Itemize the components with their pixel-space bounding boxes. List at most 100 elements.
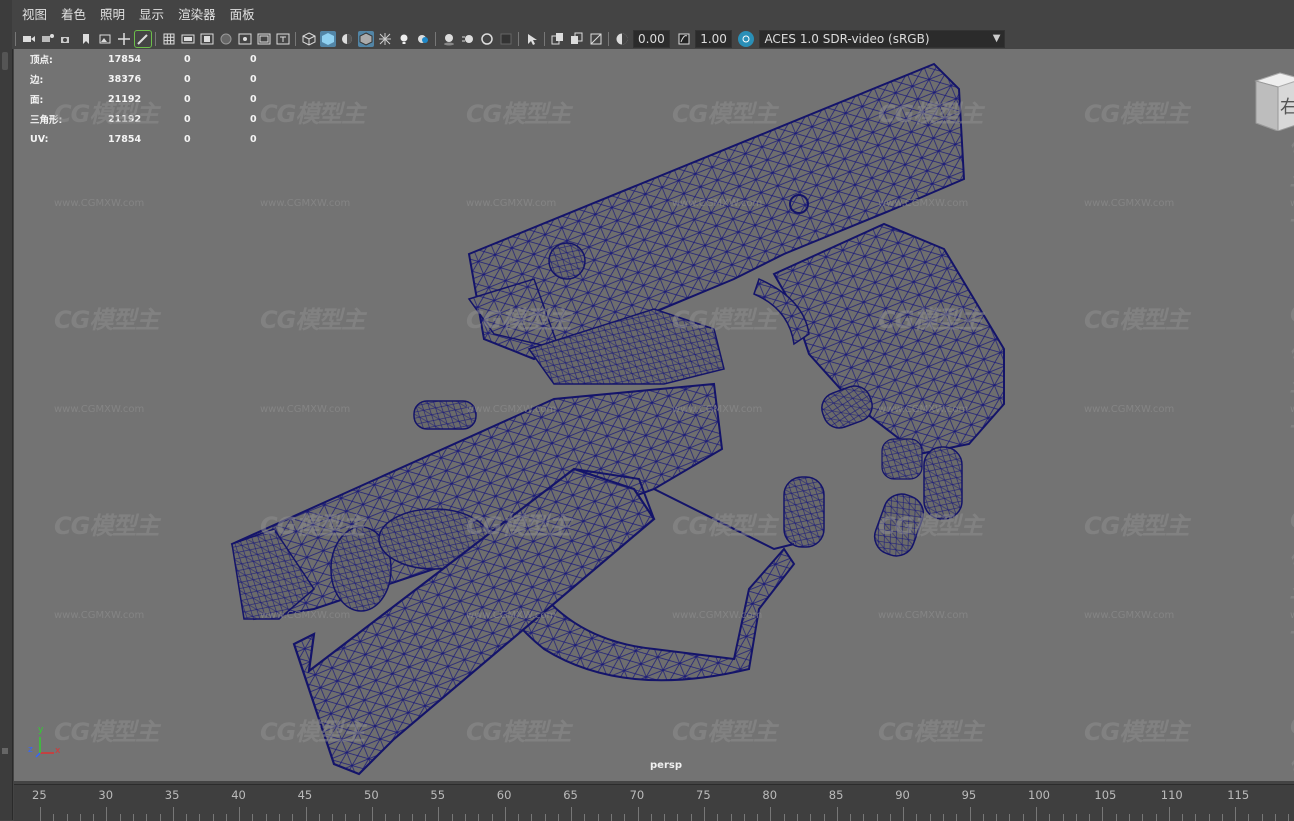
- hud-row-vertices: 顶点: 17854 0 0: [30, 49, 290, 69]
- safe-action-icon[interactable]: [256, 31, 272, 47]
- timeline-tick-label: 105: [1094, 788, 1117, 802]
- panel-grip-bottom[interactable]: [2, 748, 8, 754]
- timeline-tick: [172, 807, 174, 821]
- timeline-tick: [1036, 807, 1037, 821]
- 2d-pan-zoom-icon[interactable]: [116, 31, 132, 47]
- viewcube[interactable]: 右: [1250, 71, 1294, 132]
- select-camera-icon[interactable]: [21, 31, 37, 47]
- watermark-text: CG模型主: [54, 718, 159, 746]
- timeline-tick: [106, 807, 108, 821]
- motion-blur-icon[interactable]: [460, 31, 476, 47]
- watermark-url: www.CGMXW.com: [878, 198, 969, 209]
- resolution-gate-icon[interactable]: [199, 31, 215, 47]
- panel-grip[interactable]: [2, 52, 8, 70]
- camera-name-label: persp: [650, 760, 682, 771]
- watermark-text: CG模型主: [260, 100, 365, 128]
- watermark-text: CG模型主: [1084, 306, 1189, 334]
- timeline-tick: [239, 807, 241, 821]
- xray-active-icon[interactable]: [569, 31, 585, 47]
- hud-value: 0: [184, 133, 191, 145]
- watermark-text: CG模型主: [672, 306, 777, 334]
- timeline-tick: [1168, 807, 1170, 821]
- hud-value: 0: [184, 93, 191, 105]
- timeline-tick-label: 95: [961, 788, 977, 802]
- menu-shading[interactable]: 着色: [54, 0, 93, 29]
- axis-z-label: z: [28, 745, 33, 755]
- time-slider[interactable]: 25 30 35 40 45 50 55 60 65 70 75 80 85 90 95 100 105 110 1…: [14, 784, 1294, 821]
- exposure-field[interactable]: 0.00: [633, 30, 670, 48]
- camera-lock-icon[interactable]: [59, 31, 75, 47]
- backface-culling-icon[interactable]: [588, 31, 604, 47]
- grid-icon[interactable]: [161, 31, 177, 47]
- isolate-select-icon[interactable]: [524, 31, 540, 47]
- hud-row-uvs: UV: 17854 0 0: [30, 129, 290, 149]
- toolbar-separator: [608, 32, 609, 46]
- timeline-tick: [704, 807, 705, 821]
- watermark-text: CG模型主: [672, 718, 777, 746]
- depth-of-field-icon[interactable]: [498, 31, 514, 47]
- timeline-tick-label: 60: [496, 788, 512, 802]
- hud-label: 顶点:: [30, 55, 53, 66]
- watermark-url: www.CGMXW.com: [878, 610, 969, 621]
- smooth-shade-icon[interactable]: [319, 31, 336, 47]
- viewcube-face-label: 右: [1280, 97, 1294, 118]
- timeline-tick-label: 70: [629, 788, 645, 802]
- watermark-text: CG模型主: [878, 100, 983, 128]
- pistol-wireframe-model[interactable]: [14, 49, 1294, 781]
- 3d-viewport[interactable]: 顶点: 17854 0 0 边: 38376 0 0 面: 21192 0 0 …: [14, 49, 1294, 781]
- watermark-text: CG模型主: [54, 306, 159, 334]
- toolbar-separator: [544, 32, 545, 46]
- watermark-text: CG模型主: [878, 512, 983, 540]
- menu-renderer[interactable]: 渲染器: [171, 0, 223, 29]
- hud-value: 0: [250, 133, 257, 145]
- timeline-tick: [438, 807, 440, 821]
- watermark-url: www.CGMXW.com: [878, 404, 969, 415]
- watermark-text: CG模型主: [1084, 100, 1189, 128]
- watermark-url: www.CGMXW.com: [1084, 610, 1175, 621]
- film-gate-icon[interactable]: [180, 31, 196, 47]
- color-space-select[interactable]: ACES 1.0 SDR-video (sRGB) ▼: [759, 30, 1006, 48]
- hud-label: 边:: [30, 75, 44, 86]
- menu-panels[interactable]: 面板: [223, 0, 262, 29]
- hud-value: 0: [250, 73, 257, 85]
- watermark-url: www.CGMXW.com: [54, 404, 145, 415]
- bookmark-icon[interactable]: [78, 31, 94, 47]
- menu-show[interactable]: 显示: [132, 0, 171, 29]
- screen-space-ao-icon[interactable]: [441, 31, 457, 47]
- hud-row-edges: 边: 38376 0 0: [30, 69, 290, 89]
- watermark-text: CG模型主: [1084, 718, 1189, 746]
- toolbar-separator: [518, 32, 519, 46]
- field-chart-icon[interactable]: [237, 31, 253, 47]
- watermark-url: www.CGMXW.com: [1290, 198, 1294, 209]
- safe-title-icon[interactable]: [275, 31, 291, 47]
- xray-icon[interactable]: [377, 31, 393, 47]
- wireframe-on-shaded-icon[interactable]: [357, 31, 374, 47]
- menu-view[interactable]: 视图: [12, 0, 54, 29]
- timeline-tick: [770, 807, 772, 821]
- watermark-url: www.CGMXW.com: [672, 404, 763, 415]
- multisample-aa-icon[interactable]: [479, 31, 495, 47]
- shadows-icon[interactable]: [415, 31, 431, 47]
- gamma-icon[interactable]: [676, 31, 692, 47]
- gate-mask-icon[interactable]: [218, 31, 234, 47]
- exposure-icon[interactable]: [614, 31, 630, 47]
- gamma-field[interactable]: 1.00: [695, 30, 732, 48]
- toolbar-separator: [155, 32, 156, 46]
- use-all-lights-icon[interactable]: [396, 31, 412, 47]
- wireframe-icon[interactable]: [301, 31, 317, 47]
- grease-pencil-icon[interactable]: [133, 30, 152, 48]
- toolbar-separator: [295, 32, 296, 46]
- camera-attributes-icon[interactable]: [40, 31, 56, 47]
- watermark-url: www.CGMXW.com: [260, 404, 351, 415]
- image-plane-icon[interactable]: [97, 31, 113, 47]
- watermark-url: www.CGMXW.com: [1290, 404, 1294, 415]
- color-management-icon[interactable]: [737, 31, 754, 47]
- panel-menubar: 视图 着色 照明 显示 渲染器 面板: [12, 0, 1294, 29]
- xray-joints-icon[interactable]: [550, 31, 566, 47]
- toolbar-separator: [435, 32, 436, 46]
- default-material-icon[interactable]: [339, 31, 355, 47]
- timeline-tick: [836, 807, 838, 821]
- watermark-url: www.CGMXW.com: [54, 198, 145, 209]
- menu-lighting[interactable]: 照明: [93, 0, 132, 29]
- watermark-url: www.CGMXW.com: [672, 610, 763, 621]
